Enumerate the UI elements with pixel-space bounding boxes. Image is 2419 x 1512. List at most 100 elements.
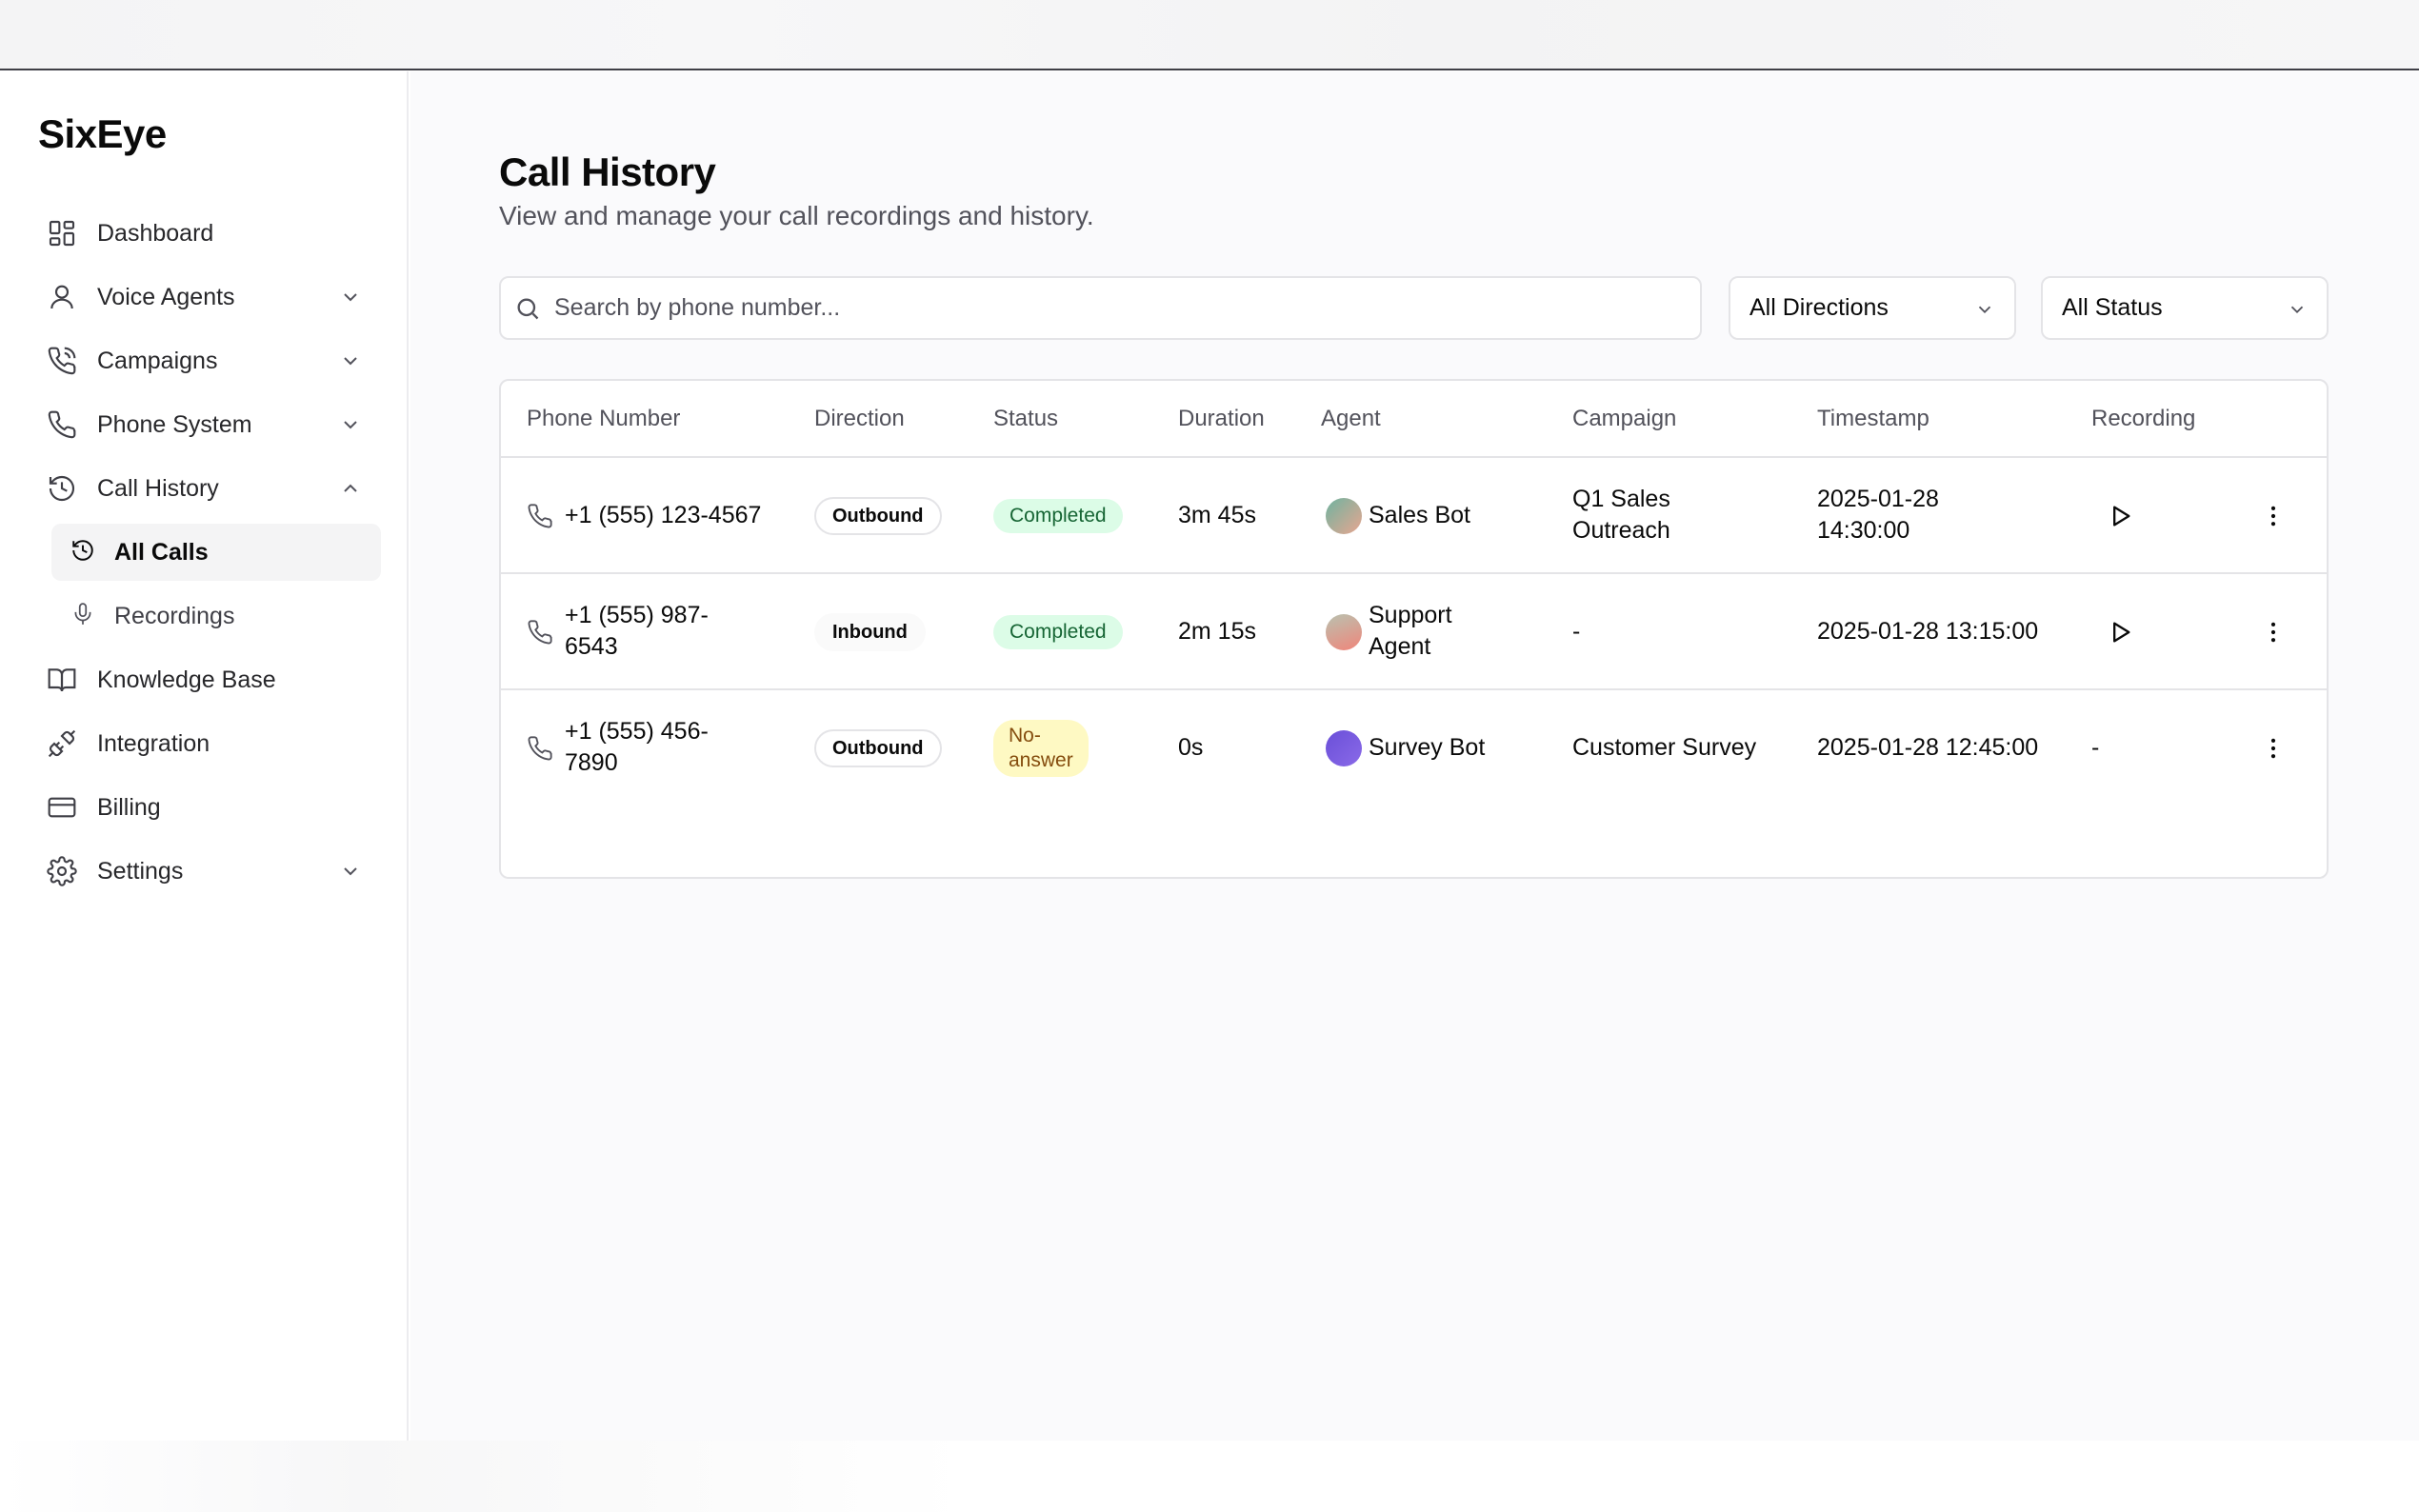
duration: 0s xyxy=(1178,734,1204,761)
sidebar-subitem-recordings[interactable]: Recordings xyxy=(51,587,381,645)
agent-name: Sales Bot xyxy=(1369,502,1471,528)
table-row[interactable]: +1 (555) 123-4567 Outbound Completed 3m … xyxy=(501,458,2327,574)
agent-name: Survey Bot xyxy=(1369,734,1486,761)
recording-empty: - xyxy=(2091,734,2100,761)
sidebar-subitem-label: Recordings xyxy=(114,602,235,629)
phone-icon xyxy=(46,408,78,441)
sidebar-item-label: Knowledge Base xyxy=(97,666,276,693)
chevron-down-icon xyxy=(344,421,357,429)
page-title: Call History xyxy=(499,149,716,194)
page-subtitle: View and manage your call recordings and… xyxy=(499,201,1094,230)
column-header: Duration xyxy=(1178,406,1265,431)
status-badge: Completed xyxy=(993,499,1123,533)
phone-outgoing-icon xyxy=(46,345,78,377)
chevron-down-icon xyxy=(344,357,357,366)
more-options-icon[interactable] xyxy=(2260,503,2287,529)
campaign: Q1 Sales Outreach xyxy=(1572,486,1670,544)
dashboard-icon xyxy=(46,217,78,249)
table-header: Phone Number Direction Status Duration A… xyxy=(501,381,2327,458)
phone-icon xyxy=(528,736,552,761)
more-options-icon[interactable] xyxy=(2260,619,2287,646)
history-icon xyxy=(70,538,95,567)
phone-number: +1 (555) 987- 6543 xyxy=(565,602,709,660)
search-input[interactable] xyxy=(554,294,1649,322)
column-header: Recording xyxy=(2091,406,2196,431)
history-icon xyxy=(46,472,78,505)
sidebar-item-dashboard[interactable]: Dashboard xyxy=(38,205,381,262)
duration: 2m 15s xyxy=(1178,618,1256,645)
column-header: Phone Number xyxy=(527,406,681,431)
column-header: Agent xyxy=(1321,406,1381,431)
column-header: Direction xyxy=(814,406,905,431)
plug-icon xyxy=(46,727,78,760)
timestamp: 2025-01-28 12:45:00 xyxy=(1817,734,2039,761)
direction-badge: Inbound xyxy=(814,613,926,651)
sidebar-item-integration[interactable]: Integration xyxy=(38,715,381,772)
campaign: Customer Survey xyxy=(1572,734,1757,761)
agent-avatar xyxy=(1326,730,1362,766)
sidebar-item-label: Integration xyxy=(97,729,210,757)
sidebar-item-settings[interactable]: Settings xyxy=(38,843,381,900)
sidebar-item-label: Settings xyxy=(97,857,184,885)
column-header: Timestamp xyxy=(1817,406,1929,431)
main-content: Call History View and manage your call r… xyxy=(410,71,2419,1441)
chevron-up-icon xyxy=(344,484,357,492)
status-filter-value: All Status xyxy=(2062,294,2163,321)
brand-logo: SixEye xyxy=(38,111,167,156)
book-open-icon xyxy=(46,664,78,696)
phone-number: +1 (555) 456- 7890 xyxy=(565,718,709,776)
timestamp: 2025-01-28 14:30:00 xyxy=(1817,486,1939,544)
duration: 3m 45s xyxy=(1178,502,1256,528)
phone-number: +1 (555) 123-4567 xyxy=(565,502,762,528)
phone-icon xyxy=(528,504,552,528)
agent-avatar xyxy=(1326,498,1362,534)
status-badge: Completed xyxy=(993,615,1123,649)
user-icon xyxy=(46,281,78,313)
chevron-down-icon xyxy=(344,867,357,876)
sidebar-item-knowledge-base[interactable]: Knowledge Base xyxy=(38,651,381,708)
sidebar-item-label: Phone System xyxy=(97,410,252,438)
sidebar-item-label: Voice Agents xyxy=(97,283,235,310)
call-history-table: Phone Number Direction Status Duration A… xyxy=(499,379,2329,879)
sidebar-item-label: Billing xyxy=(97,793,161,821)
table-row[interactable]: +1 (555) 456- 7890 Outbound No-answer 0s… xyxy=(501,690,2327,806)
gear-icon xyxy=(46,855,78,887)
search-icon xyxy=(517,298,539,319)
browser-top-bar xyxy=(0,0,2419,70)
play-icon[interactable] xyxy=(2107,619,2133,646)
search-box xyxy=(499,276,1702,340)
sidebar-item-label: Call History xyxy=(97,474,219,502)
agent-avatar xyxy=(1326,614,1362,650)
sidebar-item-label: Dashboard xyxy=(97,219,214,247)
sidebar-item-voice-agents[interactable]: Voice Agents xyxy=(38,269,381,326)
status-filter-select[interactable]: All Status xyxy=(2041,276,2329,340)
sidebar-item-phone-system[interactable]: Phone System xyxy=(38,396,381,453)
phone-icon xyxy=(528,620,552,645)
column-header: Campaign xyxy=(1572,406,1677,431)
direction-badge: Outbound xyxy=(814,497,942,535)
sidebar-nav: Dashboard Voice Agents Campaigns Phone S… xyxy=(38,205,381,906)
sidebar: SixEye Dashboard Voice Agents Campaigns xyxy=(0,71,409,1441)
direction-badge: Outbound xyxy=(814,729,942,767)
play-icon[interactable] xyxy=(2107,503,2133,529)
credit-card-icon xyxy=(46,791,78,824)
status-badge: No-answer xyxy=(993,720,1089,777)
chevron-down-icon xyxy=(2290,306,2304,314)
microphone-icon xyxy=(70,602,95,631)
campaign: - xyxy=(1572,618,1581,645)
timestamp: 2025-01-28 13:15:00 xyxy=(1817,618,2039,645)
direction-filter-select[interactable]: All Directions xyxy=(1729,276,2016,340)
bottom-strip xyxy=(0,1441,2419,1512)
sidebar-item-billing[interactable]: Billing xyxy=(38,779,381,836)
table-row[interactable]: +1 (555) 987- 6543 Inbound Completed 2m … xyxy=(501,574,2327,690)
sidebar-item-call-history[interactable]: Call History xyxy=(38,460,381,517)
sidebar-item-label: Campaigns xyxy=(97,347,218,374)
more-options-icon[interactable] xyxy=(2260,735,2287,762)
agent-name: Support Agent xyxy=(1369,602,1452,660)
sidebar-item-campaigns[interactable]: Campaigns xyxy=(38,332,381,389)
column-header: Status xyxy=(993,406,1059,431)
chevron-down-icon xyxy=(1978,306,1991,314)
sidebar-subitem-all-calls[interactable]: All Calls xyxy=(51,524,381,581)
sidebar-subitem-label: All Calls xyxy=(114,538,209,566)
direction-filter-value: All Directions xyxy=(1749,294,1889,321)
